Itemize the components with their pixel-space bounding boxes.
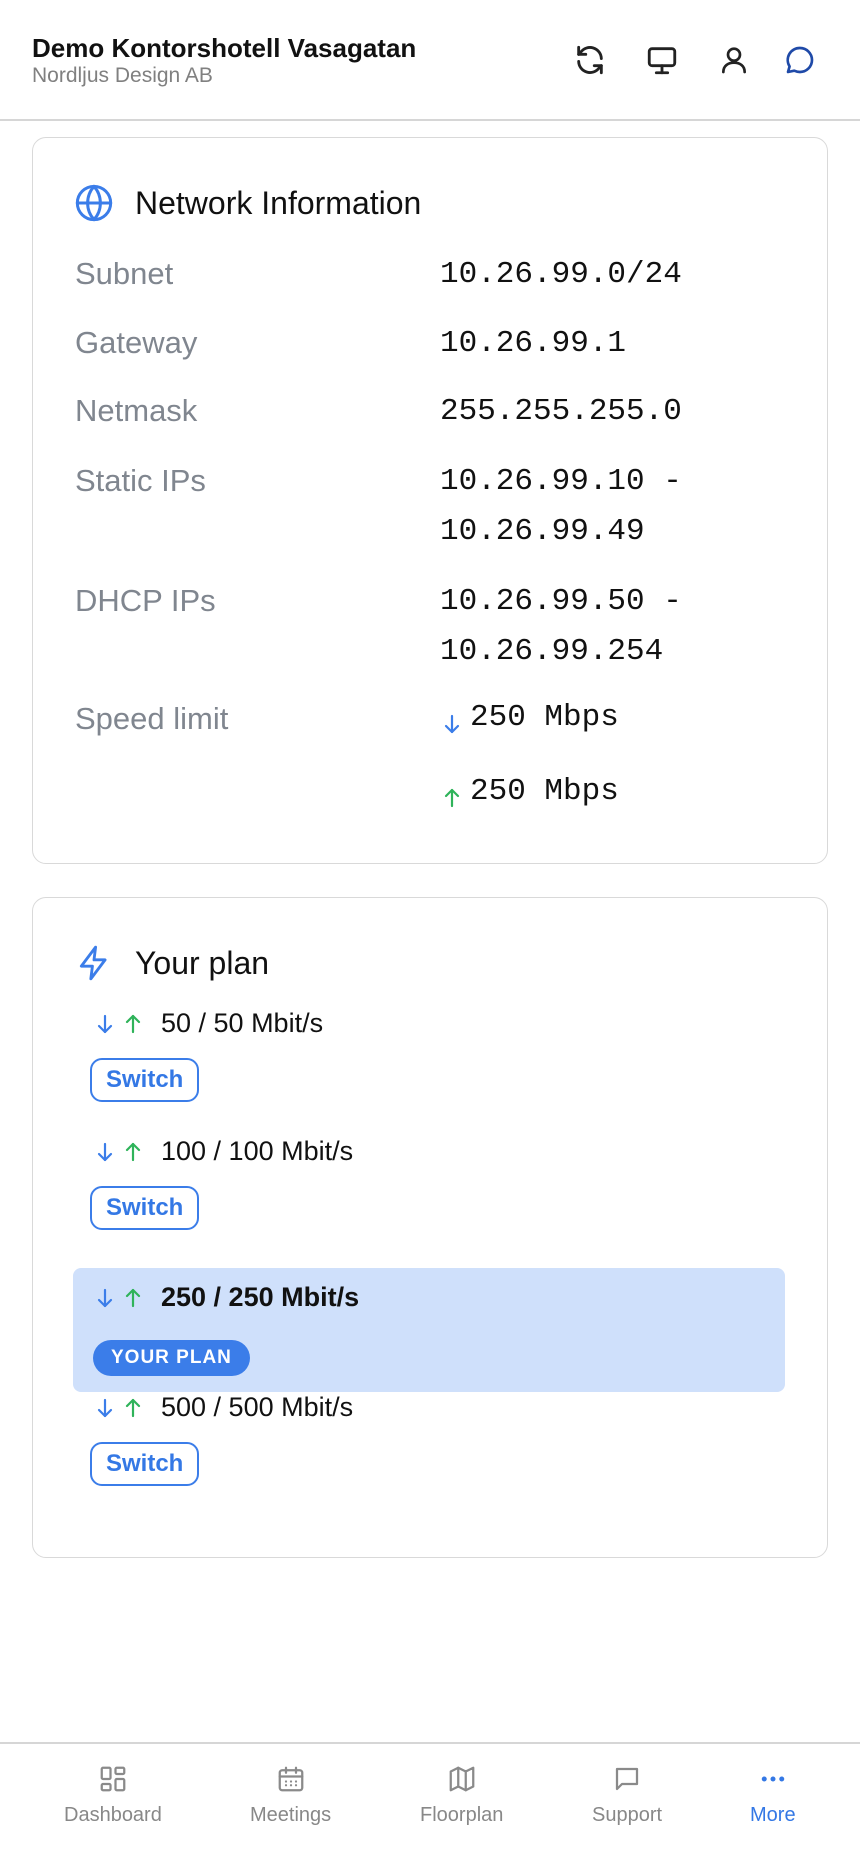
static-ips-label: Static IPs bbox=[75, 463, 206, 498]
refresh-icon[interactable] bbox=[570, 40, 610, 80]
network-card-title: Network Information bbox=[135, 184, 422, 221]
plan-speed: 500 / 500 Mbit/s bbox=[161, 1392, 354, 1422]
plan-option: 100 / 100 Mbit/s Switch bbox=[73, 1136, 785, 1246]
calendar-icon bbox=[274, 1762, 308, 1796]
plan-speed: 100 / 100 Mbit/s bbox=[161, 1136, 354, 1166]
nav-label: More bbox=[750, 1804, 796, 1826]
subnet-label: Subnet bbox=[75, 256, 174, 291]
netmask-value: 255.255.255.0 bbox=[440, 394, 682, 429]
nav-item-more[interactable]: More bbox=[750, 1762, 796, 1827]
arrow-up-icon bbox=[121, 1012, 145, 1036]
more-icon bbox=[756, 1762, 790, 1796]
switch-plan-button[interactable]: Switch bbox=[90, 1442, 200, 1486]
nav-item-support[interactable]: Support bbox=[592, 1762, 662, 1827]
plan-option: 50 / 50 Mbit/s Switch bbox=[73, 1008, 785, 1118]
dhcp-ips-range-end: 10.26.99.254 bbox=[440, 634, 664, 669]
static-ips-range-start: 10.26.99.10 - bbox=[440, 464, 682, 499]
globe-icon bbox=[73, 182, 115, 224]
nav-item-floorplan[interactable]: Floorplan bbox=[420, 1762, 503, 1827]
monitor-icon[interactable] bbox=[642, 40, 682, 80]
map-icon bbox=[445, 1762, 479, 1796]
arrow-up-icon bbox=[440, 785, 464, 809]
bottom-navigation: Dashboard Meetings Floorplan Support Mor… bbox=[0, 1742, 860, 1864]
plan-speed: 250 / 250 Mbit/s bbox=[161, 1282, 360, 1312]
nav-label: Floorplan bbox=[420, 1804, 504, 1826]
plan-card-header: Your plan bbox=[73, 942, 269, 984]
switch-plan-button[interactable]: Switch bbox=[90, 1058, 200, 1102]
dashboard-icon bbox=[96, 1762, 130, 1796]
plan-speed: 50 / 50 Mbit/s bbox=[161, 1008, 324, 1038]
nav-label: Support bbox=[592, 1804, 663, 1826]
subnet-value: 10.26.99.0/24 bbox=[440, 257, 682, 292]
arrow-down-icon bbox=[440, 711, 464, 735]
current-plan-option: 250 / 250 Mbit/s YOUR PLAN bbox=[73, 1268, 785, 1392]
arrow-down-icon bbox=[93, 1396, 117, 1420]
arrow-up-icon bbox=[121, 1396, 145, 1420]
nav-item-dashboard[interactable]: Dashboard bbox=[64, 1762, 162, 1827]
speed-limit-up: 250 Mbps bbox=[440, 774, 619, 809]
gateway-value: 10.26.99.1 bbox=[440, 326, 627, 361]
chat-icon[interactable] bbox=[780, 40, 820, 80]
nav-label: Meetings bbox=[250, 1804, 332, 1826]
chat-icon bbox=[610, 1762, 644, 1796]
netmask-label: Netmask bbox=[75, 393, 198, 428]
network-info-card: Network Information Subnet 10.26.99.0/24… bbox=[32, 137, 828, 864]
arrow-down-icon bbox=[93, 1140, 117, 1164]
lightning-icon bbox=[73, 942, 115, 984]
plan-card: Your plan 50 / 50 Mbit/s Switch 100 / 10… bbox=[32, 897, 828, 1558]
user-icon[interactable] bbox=[714, 40, 754, 80]
nav-label: Dashboard bbox=[64, 1804, 162, 1826]
plan-card-title: Your plan bbox=[135, 944, 270, 981]
company-name: Nordljus Design AB bbox=[32, 64, 213, 87]
plan-option: 500 / 500 Mbit/s Switch bbox=[73, 1392, 785, 1502]
speed-limit-down: 250 Mbps bbox=[440, 700, 619, 735]
dhcp-ips-label: DHCP IPs bbox=[75, 583, 216, 618]
speed-up-value: 250 Mbps bbox=[470, 774, 619, 809]
your-plan-badge: YOUR PLAN bbox=[93, 1340, 250, 1376]
arrow-down-icon bbox=[93, 1012, 117, 1036]
gateway-label: Gateway bbox=[75, 325, 198, 360]
speed-down-value: 250 Mbps bbox=[470, 700, 619, 735]
arrow-up-icon bbox=[121, 1140, 145, 1164]
location-title: Demo Kontorshotell Vasagatan bbox=[32, 33, 417, 63]
speed-limit-label: Speed limit bbox=[75, 701, 229, 736]
dhcp-ips-range-start: 10.26.99.50 - bbox=[440, 584, 682, 619]
network-card-header: Network Information bbox=[73, 182, 421, 224]
arrow-down-icon bbox=[93, 1286, 117, 1310]
nav-item-meetings[interactable]: Meetings bbox=[250, 1762, 331, 1827]
static-ips-range-end: 10.26.99.49 bbox=[440, 514, 645, 549]
app-header: Demo Kontorshotell Vasagatan Nordljus De… bbox=[0, 0, 860, 121]
arrow-up-icon bbox=[121, 1286, 145, 1310]
switch-plan-button[interactable]: Switch bbox=[90, 1186, 200, 1230]
